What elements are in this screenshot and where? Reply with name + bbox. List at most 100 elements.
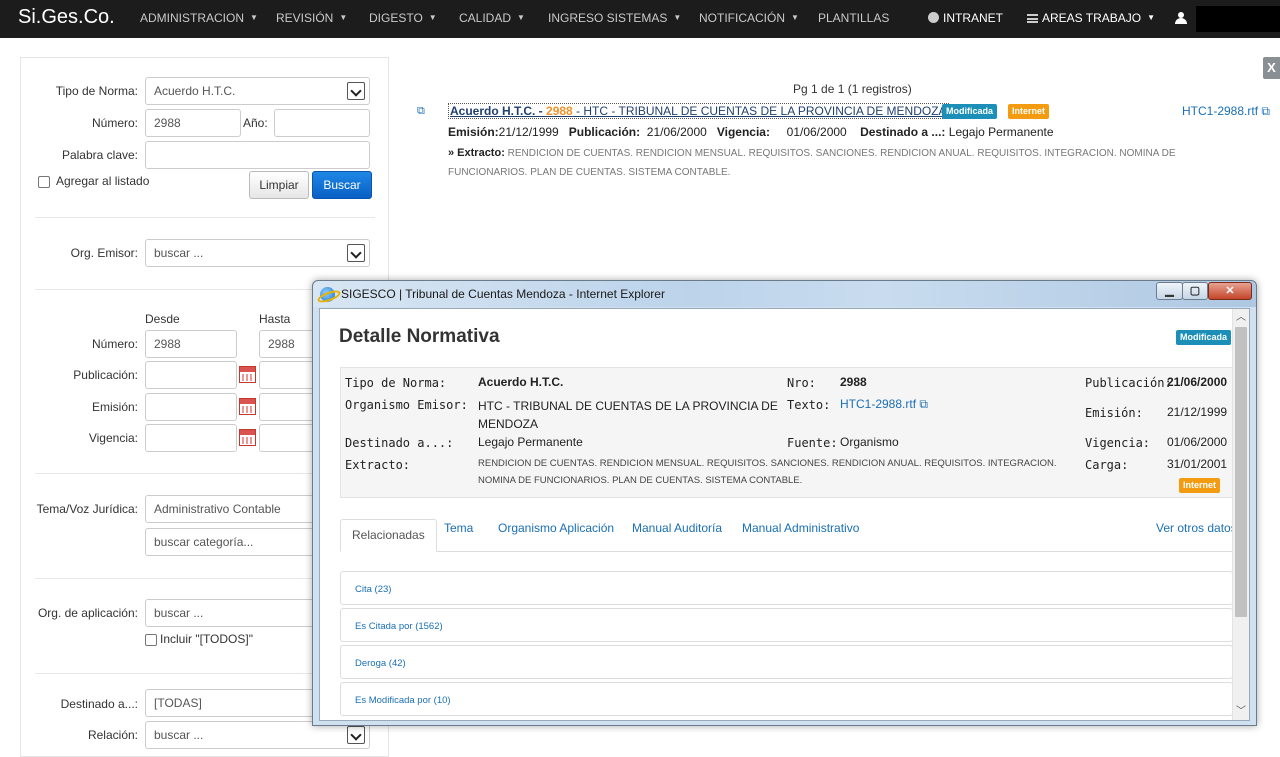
result-meta: Emisión:21/12/1999 Publicación: 21/06/20… bbox=[448, 125, 1054, 139]
numero-label: Número: bbox=[91, 116, 138, 130]
org-aplicacion-label: Org. de aplicación: bbox=[37, 606, 138, 620]
categoria-input[interactable]: buscar categoría... bbox=[145, 528, 320, 556]
list-icon bbox=[1027, 14, 1038, 23]
relacion-label: Relación: bbox=[87, 728, 138, 742]
relation-panel-citada-por[interactable]: Es Citada por (1562) bbox=[340, 608, 1233, 642]
close-button[interactable]: ✕ bbox=[1208, 282, 1252, 300]
anio-input[interactable] bbox=[274, 109, 370, 137]
vigencia-hasta-input[interactable] bbox=[259, 424, 319, 452]
destinado-label: Destinado a...: bbox=[60, 697, 138, 711]
emision-hasta-input[interactable] bbox=[259, 393, 319, 421]
nav-intranet[interactable]: INTRANET bbox=[928, 11, 1003, 25]
modificada-badge: Modificada bbox=[1176, 330, 1232, 345]
nav-notificacion[interactable]: NOTIFICACIÓN ▼ bbox=[699, 11, 799, 25]
nav-revision[interactable]: REVISIÓN ▼ bbox=[276, 11, 347, 25]
destinado-meta-label: Destinado a ...: bbox=[860, 125, 946, 139]
limpiar-button[interactable]: Limpiar bbox=[249, 171, 309, 199]
select-value: buscar ... bbox=[154, 728, 204, 742]
vertical-scrollbar[interactable]: ︿ ﹀ bbox=[1232, 309, 1249, 720]
internet-badge: Internet bbox=[1179, 478, 1221, 493]
caret-down-icon: ▼ bbox=[250, 13, 258, 22]
publicacion-value: 21/06/2000 bbox=[1167, 375, 1228, 389]
ver-otros-datos-link[interactable]: Ver otros datos bbox=[1156, 521, 1237, 535]
scroll-up-icon[interactable]: ︿ bbox=[1233, 309, 1249, 326]
emision-value: 21/12/1999 bbox=[498, 125, 559, 139]
external-link-icon: ⧉ bbox=[1261, 104, 1270, 118]
relation-label: Es Citada por (1562) bbox=[355, 621, 443, 632]
brand-logo[interactable]: Si.Ges.Co. bbox=[18, 6, 115, 29]
window-title: SIGESCO | Tribunal de Cuentas Mendoza - … bbox=[341, 287, 665, 301]
org-emisor-select[interactable]: buscar ... bbox=[145, 239, 370, 267]
norma-info-box: Tipo de Norma: Acuerdo H.T.C. Organismo … bbox=[340, 367, 1233, 498]
globe-icon bbox=[928, 12, 939, 23]
excel-export-icon[interactable]: X bbox=[1263, 57, 1280, 79]
numero-desde-input[interactable]: 2988 bbox=[145, 330, 237, 358]
external-link-icon[interactable]: ⧉ bbox=[417, 105, 425, 118]
nav-calidad[interactable]: CALIDAD ▼ bbox=[459, 11, 525, 25]
caret-down-icon: ▼ bbox=[791, 13, 799, 22]
relation-label: Es Modificada por (10) bbox=[355, 695, 451, 706]
calendar-icon[interactable] bbox=[239, 398, 256, 415]
select-value: buscar ... bbox=[154, 246, 204, 260]
tab-relacionadas[interactable]: Relacionadas bbox=[340, 519, 437, 552]
scroll-down-icon[interactable]: ﹀ bbox=[1233, 703, 1249, 720]
tab-tema[interactable]: Tema bbox=[444, 521, 473, 535]
agregar-listado-checkbox[interactable] bbox=[38, 176, 50, 188]
window-titlebar[interactable]: SIGESCO | Tribunal de Cuentas Mendoza - … bbox=[313, 281, 1256, 307]
relation-panel-deroga[interactable]: Deroga (42) bbox=[340, 645, 1233, 679]
tab-manual-auditoria[interactable]: Manual Auditoría bbox=[632, 521, 722, 535]
minimize-button[interactable]: ▁ bbox=[1156, 282, 1183, 300]
emision-label: Emisión: bbox=[91, 400, 138, 414]
extracto-text: RENDICION DE CUENTAS. RENDICION MENSUAL.… bbox=[448, 148, 1176, 178]
nav-areas-trabajo[interactable]: AREAS TRABAJO ▼ bbox=[1027, 11, 1155, 25]
palabra-clave-input[interactable] bbox=[145, 141, 370, 169]
publicacion-meta-label: Publicación: bbox=[568, 125, 641, 139]
nav-label: REVISIÓN bbox=[276, 11, 334, 25]
relation-panel-cita[interactable]: Cita (23) bbox=[340, 571, 1233, 605]
result-title-link[interactable]: Acuerdo H.T.C. - 2988 - HTC - TRIBUNAL D… bbox=[448, 103, 949, 119]
emision-desde-input[interactable] bbox=[145, 393, 237, 421]
calendar-icon[interactable] bbox=[239, 429, 256, 446]
tab-organismo-aplicacion[interactable]: Organismo Aplicación bbox=[498, 521, 614, 535]
incluir-todos-checkbox[interactable] bbox=[145, 634, 157, 646]
buscar-button[interactable]: Buscar bbox=[312, 171, 372, 199]
modificada-badge: Modificada bbox=[942, 104, 998, 119]
caret-down-icon: ▼ bbox=[517, 13, 525, 22]
publicacion-hasta-input[interactable] bbox=[259, 361, 319, 389]
calendar-icon[interactable] bbox=[239, 366, 256, 383]
minimize-icon: ▁ bbox=[1165, 285, 1174, 297]
nav-ingreso-sistemas[interactable]: INGRESO SISTEMAS ▼ bbox=[548, 11, 681, 25]
destinado-select[interactable]: [TODAS] bbox=[145, 689, 320, 717]
tema-label: Tema/Voz Jurídica: bbox=[36, 502, 138, 516]
anio-label: Año: bbox=[243, 116, 268, 130]
tipo-norma-select[interactable]: Acuerdo H.T.C. bbox=[145, 77, 370, 105]
vigencia-desde-input[interactable] bbox=[145, 424, 237, 452]
nav-user-area bbox=[1196, 6, 1280, 32]
nav-label: PLANTILLAS bbox=[818, 11, 890, 25]
pager-text: Pg 1 de 1 (1 registros) bbox=[793, 82, 912, 96]
tema-select[interactable]: Administrativo Contable bbox=[145, 495, 320, 523]
caret-down-icon: ▼ bbox=[428, 13, 437, 22]
publicacion-desde-input[interactable] bbox=[145, 361, 237, 389]
scroll-thumb[interactable] bbox=[1235, 327, 1247, 617]
relation-panel-modificada-por[interactable]: Es Modificada por (10) bbox=[340, 682, 1233, 716]
maximize-button[interactable]: ▢ bbox=[1182, 282, 1208, 300]
texto-link-text: HTC1-2988.rtf bbox=[840, 397, 917, 411]
user-icon[interactable] bbox=[1175, 12, 1187, 24]
numero-input[interactable]: 2988 bbox=[145, 109, 241, 137]
vigencia-meta-label: Vigencia: bbox=[716, 125, 770, 139]
nav-plantillas[interactable]: PLANTILLAS bbox=[818, 11, 889, 25]
numero-hasta-input[interactable]: 2988 bbox=[259, 330, 319, 358]
org-emisor-label: Org. Emisor: bbox=[70, 246, 138, 260]
texto-file-link[interactable]: HTC1-2988.rtf ⧉ bbox=[840, 397, 928, 412]
nav-digesto[interactable]: DIGESTO ▼ bbox=[369, 11, 437, 25]
palabra-clave-label: Palabra clave: bbox=[61, 148, 138, 162]
vigencia-label: Vigencia: bbox=[1085, 436, 1151, 450]
result-file-link[interactable]: HTC1-2988.rtf ⧉ bbox=[1182, 104, 1270, 119]
tab-manual-administrativo[interactable]: Manual Administrativo bbox=[742, 521, 859, 535]
ie-logo-icon bbox=[320, 287, 335, 302]
rango-numero-label: Número: bbox=[91, 337, 138, 351]
org-aplicacion-input[interactable]: buscar ... bbox=[145, 599, 320, 627]
maximize-icon: ▢ bbox=[1189, 285, 1201, 297]
nav-administracion[interactable]: ADMINISTRACION ▼ bbox=[140, 11, 258, 25]
